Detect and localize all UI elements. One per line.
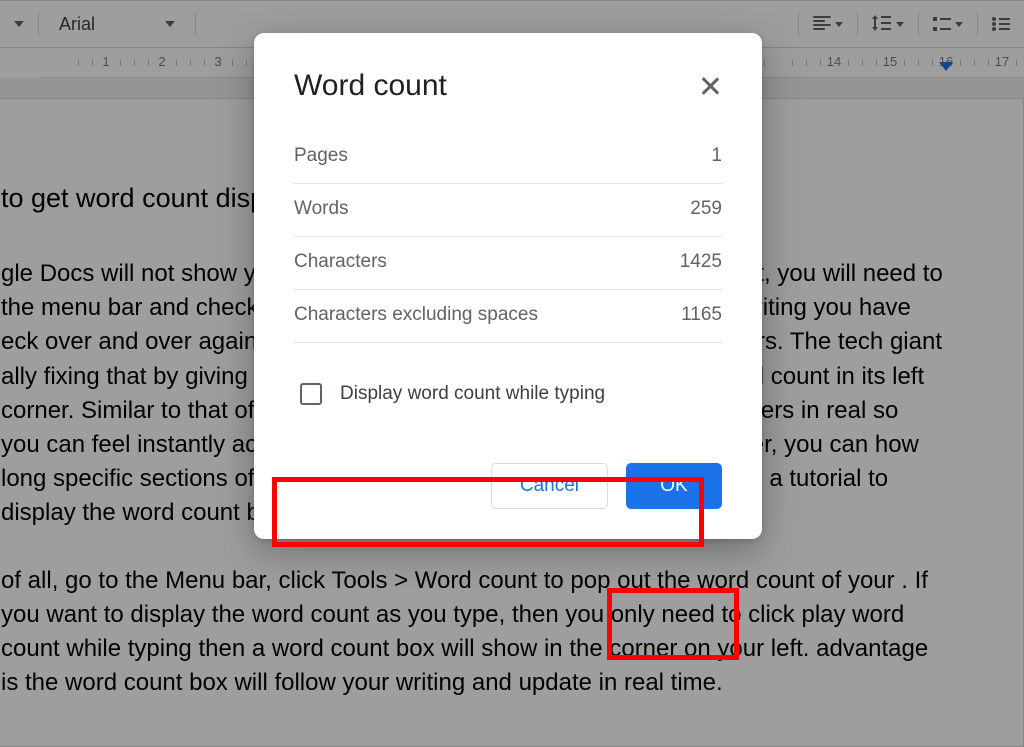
stat-value: 1 xyxy=(711,145,722,167)
checkbox-label: Display word count while typing xyxy=(340,383,605,405)
stat-value: 1425 xyxy=(680,251,722,273)
stat-label: Characters excluding spaces xyxy=(294,304,538,326)
display-while-typing-option[interactable]: Display word count while typing xyxy=(282,361,734,427)
checkbox-unchecked-icon[interactable] xyxy=(300,383,322,405)
stat-value: 1165 xyxy=(681,304,722,326)
stat-row-pages: Pages 1 xyxy=(294,131,722,184)
cancel-button[interactable]: Cancel xyxy=(491,463,608,509)
stat-row-characters-no-spaces: Characters excluding spaces 1165 xyxy=(294,290,722,343)
stat-row-words: Words 259 xyxy=(294,184,722,237)
dialog-title: Word count xyxy=(294,69,447,103)
stat-label: Words xyxy=(294,198,349,220)
stat-value: 259 xyxy=(690,198,722,220)
ok-button[interactable]: OK xyxy=(626,463,722,509)
close-icon[interactable] xyxy=(698,74,722,98)
word-count-dialog: Word count Pages 1 Words 259 Characters … xyxy=(254,33,762,539)
stat-label: Pages xyxy=(294,145,348,167)
stat-label: Characters xyxy=(294,251,387,273)
stat-row-characters: Characters 1425 xyxy=(294,237,722,290)
